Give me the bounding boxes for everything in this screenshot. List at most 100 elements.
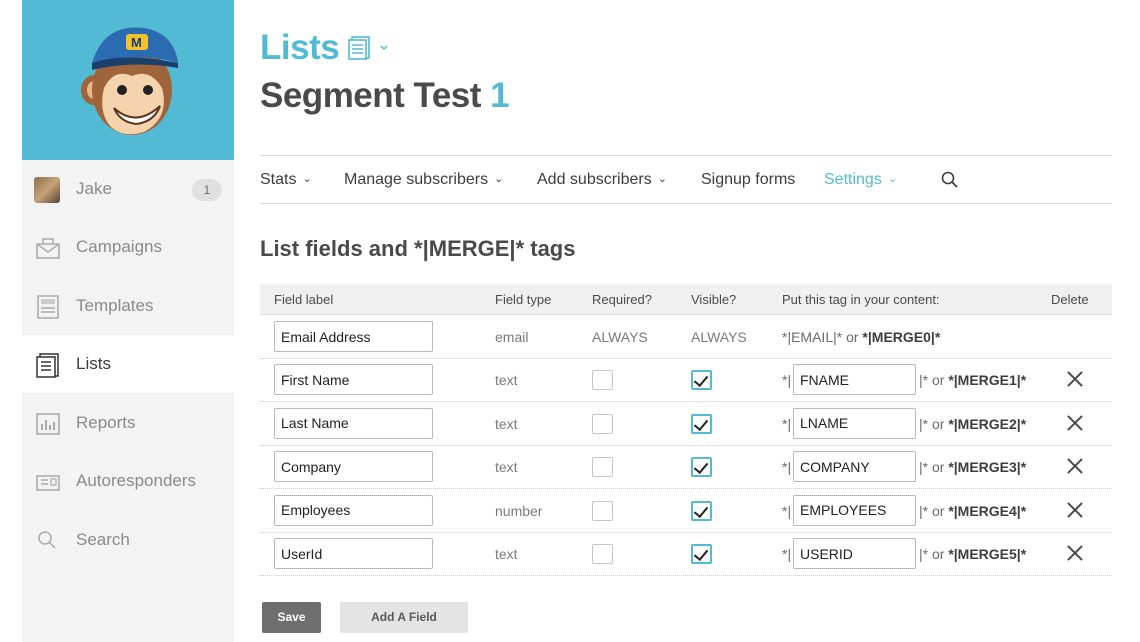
required-checkbox[interactable] [592,457,613,478]
table-row: text *| |* or *|MERGE1|* [260,358,1112,402]
sidebar-item-label: Reports [76,413,136,432]
field-label-input[interactable] [274,494,433,526]
sidebar: M Jake 1 Campaigns Templates Lists Repor… [22,0,234,642]
table-header: Field label Field type Required? Visible… [260,284,1112,315]
sidebar-item-autoresponders[interactable]: Autoresponders [22,452,234,510]
subscriber-count: 1 [490,76,510,115]
tab-bar: Stats ⌄ Manage subscribers ⌄ Add subscribe… [260,155,1112,204]
merge-tag-text: |* or *|MERGE2|* [919,415,1027,432]
section-title: List fields and *|MERGE|* tags [260,236,576,261]
tab-signup-forms[interactable]: Signup forms [701,171,795,189]
tab-manage-subscribers[interactable]: Manage subscribers ⌄ [344,171,503,189]
merge-tag-text: |* or *|MERGE1|* [919,372,1027,388]
field-type: email [495,329,529,345]
save-button[interactable]: Save [262,602,321,633]
merge-tag-text: |* or *|MERGE4|* [919,502,1027,519]
lists-icon [36,353,59,378]
visible-checkbox[interactable] [691,500,712,521]
merge-tag-open: *| [782,546,792,563]
merge-tag-text: |* or *|MERGE3|* [919,459,1027,476]
field-type: text [495,415,518,432]
chevron-down-icon: ⌄ [657,173,667,185]
add-field-button[interactable]: Add A Field [340,602,468,633]
logo[interactable]: M [22,0,234,160]
sidebar-item-label: Autoresponders [76,471,197,490]
required-value: ALWAYS [592,329,648,345]
sidebar-item-label: Lists [76,354,111,373]
merge-tag-open: *| [782,459,792,476]
visible-checkbox[interactable] [691,544,712,565]
merge-tag-input[interactable] [793,451,916,483]
delete-icon[interactable] [1067,370,1085,388]
autoresponders-icon [36,475,60,491]
svg-text:M: M [131,35,142,50]
merge-tag-text: |* or *|MERGE5|* [919,546,1027,563]
table-row: text *| |* or *|MERGE3|* [260,445,1112,490]
field-label-input[interactable] [274,407,433,439]
required-checkbox[interactable] [592,413,613,434]
field-type: text [495,372,518,388]
page-title: Segment Test 1 [260,76,510,116]
search-icon [38,531,56,549]
merge-tag-text: *|EMAIL|* or *|MERGE0|* [782,329,941,345]
breadcrumb[interactable]: Lists [260,28,340,68]
required-checkbox[interactable] [592,370,613,390]
chevron-down-icon: ⌄ [887,173,898,185]
sidebar-user-name: Jake [76,179,112,198]
merge-tag-input[interactable] [793,407,916,439]
table-row: text *| |* or *|MERGE2|* [260,402,1112,446]
tab-add-subscribers[interactable]: Add subscribers ⌄ [537,171,667,189]
avatar [34,177,60,203]
field-label-input[interactable] [274,321,433,352]
sidebar-user[interactable]: Jake 1 [22,160,234,218]
tab-settings[interactable]: Settings ⌄ [824,171,897,189]
visible-value: ALWAYS [691,329,747,345]
merge-tag-open: *| [782,372,792,388]
delete-icon[interactable] [1067,501,1085,519]
sidebar-item-templates[interactable]: Templates [22,277,234,335]
column-header: Put this tag in your content: [782,292,940,307]
delete-icon[interactable] [1067,544,1085,562]
field-type: text [495,459,518,476]
visible-checkbox[interactable] [691,413,712,434]
column-header: Required? [592,292,652,307]
delete-icon[interactable] [1067,414,1085,432]
sidebar-item-label: Templates [76,296,154,315]
merge-tag-input[interactable] [793,538,916,570]
visible-checkbox[interactable] [691,457,712,478]
visible-checkbox[interactable] [691,370,712,390]
templates-icon [37,295,59,319]
sidebar-item-search[interactable]: Search [22,511,234,569]
field-label-input[interactable] [274,538,433,570]
required-checkbox[interactable] [592,500,613,521]
sidebar-item-lists[interactable]: Lists [22,335,234,393]
sidebar-item-label: Search [76,530,130,549]
sidebar-item-reports[interactable]: Reports [22,394,234,452]
table-row: number *| |* or *|MERGE4|* [260,489,1112,533]
sidebar-item-label: Campaigns [76,237,162,256]
column-header: Delete [1051,292,1089,307]
tab-stats[interactable]: Stats ⌄ [260,171,312,189]
column-header: Visible? [691,292,737,307]
chevron-down-icon: ⌄ [494,173,504,185]
field-label-input[interactable] [274,364,433,395]
field-label-input[interactable] [274,451,433,483]
delete-icon[interactable] [1067,457,1085,475]
list-name: Segment Test [260,76,481,115]
merge-tag-input[interactable] [793,494,916,526]
field-type: number [495,502,543,519]
required-checkbox[interactable] [592,544,613,565]
table-row: text *| |* or *|MERGE5|* [260,532,1112,577]
notification-badge: 1 [192,179,222,201]
search-icon[interactable] [941,171,959,189]
table-row: email ALWAYS ALWAYS *|EMAIL|* or *|MERGE… [260,315,1112,359]
column-header: Field type [495,292,552,307]
chevron-down-icon: ⌄ [302,173,312,185]
sidebar-item-campaigns[interactable]: Campaigns [22,218,234,276]
merge-tag-input[interactable] [793,364,916,395]
reports-icon [36,413,60,435]
list-switcher-icon[interactable] [348,36,390,60]
column-header: Field label [274,292,334,307]
campaigns-icon [36,238,60,259]
merge-tag-open: *| [782,502,792,519]
